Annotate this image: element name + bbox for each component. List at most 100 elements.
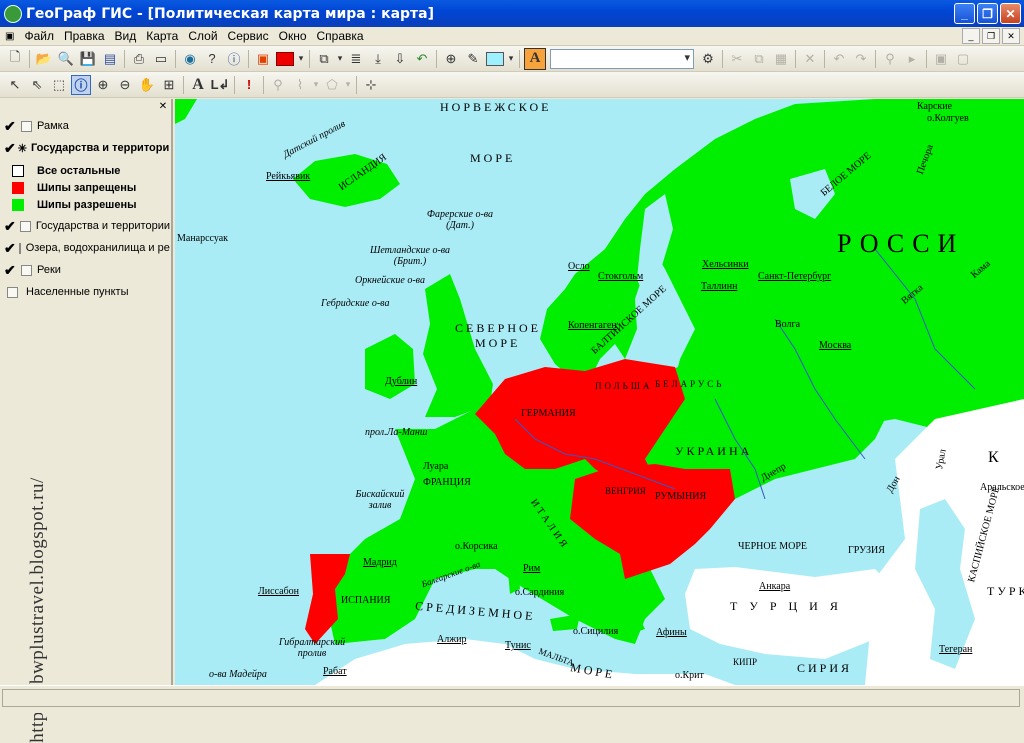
minimize-button[interactable]: _: [954, 3, 975, 24]
pointer-icon[interactable]: ↖: [5, 75, 25, 95]
fill-color-icon[interactable]: [275, 49, 295, 69]
text-tool-icon[interactable]: A: [188, 75, 208, 95]
context-help-icon[interactable]: ?: [202, 49, 222, 69]
import-icon[interactable]: ⤓: [368, 49, 388, 69]
polyline-dropdown-icon[interactable]: ▾: [312, 75, 320, 95]
info-icon[interactable]: ⓘ: [71, 74, 91, 95]
download-icon[interactable]: ⇩: [390, 49, 410, 69]
delete-icon[interactable]: ✕: [800, 49, 820, 69]
menu-window[interactable]: Окно: [274, 29, 312, 43]
doc-icon[interactable]: ▣: [0, 31, 19, 42]
alert-icon[interactable]: !: [239, 75, 259, 95]
print-icon[interactable]: ⎙: [129, 49, 149, 69]
window-cascade-icon[interactable]: ▢: [953, 49, 973, 69]
menu-layer[interactable]: Слой: [183, 29, 222, 43]
select-area-icon[interactable]: ⬚: [49, 75, 69, 95]
crosshair-icon[interactable]: ⊹: [361, 75, 381, 95]
undo-icon[interactable]: ↶: [412, 49, 432, 69]
font-icon[interactable]: A: [524, 47, 546, 70]
check-icon[interactable]: ✔: [4, 262, 18, 279]
align-icon[interactable]: ≣: [346, 49, 366, 69]
pan-icon[interactable]: ✋: [137, 75, 157, 95]
font-select[interactable]: [550, 48, 694, 69]
paste-icon[interactable]: ▦: [771, 49, 791, 69]
main-toolbar: 🗋 📂 🔍 💾 ▤ ⎙ ▭ ◉ ? ⓘ ▣ ▾ ⧉ ▾ ≣ ⤓ ⇩ ↶ ⊕ ✎ …: [0, 46, 1024, 72]
legend-allowed: Шипы разрешены: [12, 196, 137, 213]
menu-service[interactable]: Сервис: [223, 29, 274, 43]
menu-map[interactable]: Карта: [141, 29, 183, 43]
open-icon[interactable]: 📂: [34, 49, 54, 69]
layer-row-states[interactable]: ✔ Государства и территории: [4, 216, 170, 236]
layer-row-states-active[interactable]: ✔ ✳ Государства и территории: [4, 138, 170, 158]
pin-icon[interactable]: ⚲: [268, 75, 288, 95]
label-tool-icon[interactable]: L↲: [210, 75, 230, 95]
polyline-icon[interactable]: ⌇: [290, 75, 310, 95]
menu-edit[interactable]: Правка: [59, 29, 110, 43]
layer-box: [18, 242, 21, 254]
window-tile-icon[interactable]: ▣: [931, 49, 951, 69]
layer-edit-icon: ✳: [17, 142, 27, 155]
menu-help[interactable]: Справка: [312, 29, 369, 43]
layer-row-lakes[interactable]: ✔ Озера, водохранилища и реки: [4, 238, 170, 258]
check-icon[interactable]: ✔: [4, 140, 16, 157]
find-icon[interactable]: 🔍: [56, 49, 76, 69]
new-icon[interactable]: 🗋: [5, 49, 25, 69]
label-copenhagen: Копенгаген: [568, 320, 617, 331]
menu-file[interactable]: Файл: [19, 29, 59, 43]
zoom-out-icon[interactable]: ⊖: [115, 75, 135, 95]
zoom-in-icon[interactable]: ⊕: [93, 75, 113, 95]
measure-icon[interactable]: ⊞: [159, 75, 179, 95]
label-syria: СИРИЯ: [797, 661, 853, 675]
legend-other: Все остальные: [12, 162, 120, 179]
mdi-minimize-button[interactable]: _: [962, 28, 980, 44]
label-romania: РУМЫНИЯ: [655, 491, 707, 502]
layer-row-rivers[interactable]: ✔ Реки: [4, 260, 170, 280]
layer-box[interactable]: [7, 286, 18, 298]
restore-button[interactable]: ❐: [977, 3, 998, 24]
close-button[interactable]: ✕: [1000, 3, 1021, 24]
label-madeira: о-ва Мадейра: [209, 669, 267, 680]
check-icon[interactable]: ✔: [4, 218, 17, 235]
label-hungary: ВЕНГРИЯ: [605, 486, 646, 496]
menu-view[interactable]: Вид: [110, 29, 142, 43]
save-all-icon[interactable]: ▤: [100, 49, 120, 69]
redo-disabled-icon[interactable]: ↷: [851, 49, 871, 69]
layer-label: Озера, водохранилища и реки: [25, 242, 170, 254]
select-node-icon[interactable]: ⇖: [27, 75, 47, 95]
check-icon[interactable]: ✔: [4, 118, 18, 135]
binoculars-icon[interactable]: ⚲: [880, 49, 900, 69]
undo-disabled-icon[interactable]: ↶: [829, 49, 849, 69]
fill-color-dropdown-icon[interactable]: ▾: [297, 49, 305, 69]
panel-close-icon[interactable]: ✕: [158, 102, 168, 112]
background-color-icon[interactable]: [485, 49, 505, 69]
more-icon[interactable]: ▸: [902, 49, 922, 69]
cut-icon[interactable]: ✂: [727, 49, 747, 69]
globe-icon[interactable]: ◉: [180, 49, 200, 69]
grid-icon[interactable]: ⊕: [441, 49, 461, 69]
label-orkney: Оркнейские о-ва: [355, 275, 425, 286]
fill-style-icon[interactable]: ▣: [253, 49, 273, 69]
polygon-icon[interactable]: ⬠: [322, 75, 342, 95]
label-karskie: Карские: [917, 101, 953, 112]
layer-box: [20, 220, 31, 232]
help-icon[interactable]: ⓘ: [224, 49, 244, 69]
layer-row-frame[interactable]: ✔ Рамка: [4, 116, 170, 136]
check-icon[interactable]: ✔: [4, 240, 16, 257]
copy-icon[interactable]: ⧉: [749, 49, 769, 69]
save-icon[interactable]: 💾: [78, 49, 98, 69]
font-settings-icon[interactable]: ⚙: [698, 49, 718, 69]
layers-dropdown-icon[interactable]: ▾: [336, 49, 344, 69]
label-madrid: Мадрид: [363, 557, 397, 568]
layers-icon[interactable]: ⧉: [314, 49, 334, 69]
polygon-dropdown-icon[interactable]: ▾: [344, 75, 352, 95]
paint-icon[interactable]: ✎: [463, 49, 483, 69]
preview-icon[interactable]: ▭: [151, 49, 171, 69]
label-algeria: Алжир: [437, 634, 467, 645]
greenland-shape: [175, 99, 197, 124]
app-icon: [4, 4, 22, 23]
mdi-restore-button[interactable]: ❐: [982, 28, 1000, 44]
mdi-close-button[interactable]: ✕: [1002, 28, 1020, 44]
layer-row-settlements[interactable]: Населенные пункты: [4, 282, 170, 302]
map-view[interactable]: НОРВЕЖСКОЕ МОРЕ РОССИ СЕВЕРНОЕ МОРЕ БАЛТ…: [175, 99, 1024, 685]
background-dropdown-icon[interactable]: ▾: [507, 49, 515, 69]
